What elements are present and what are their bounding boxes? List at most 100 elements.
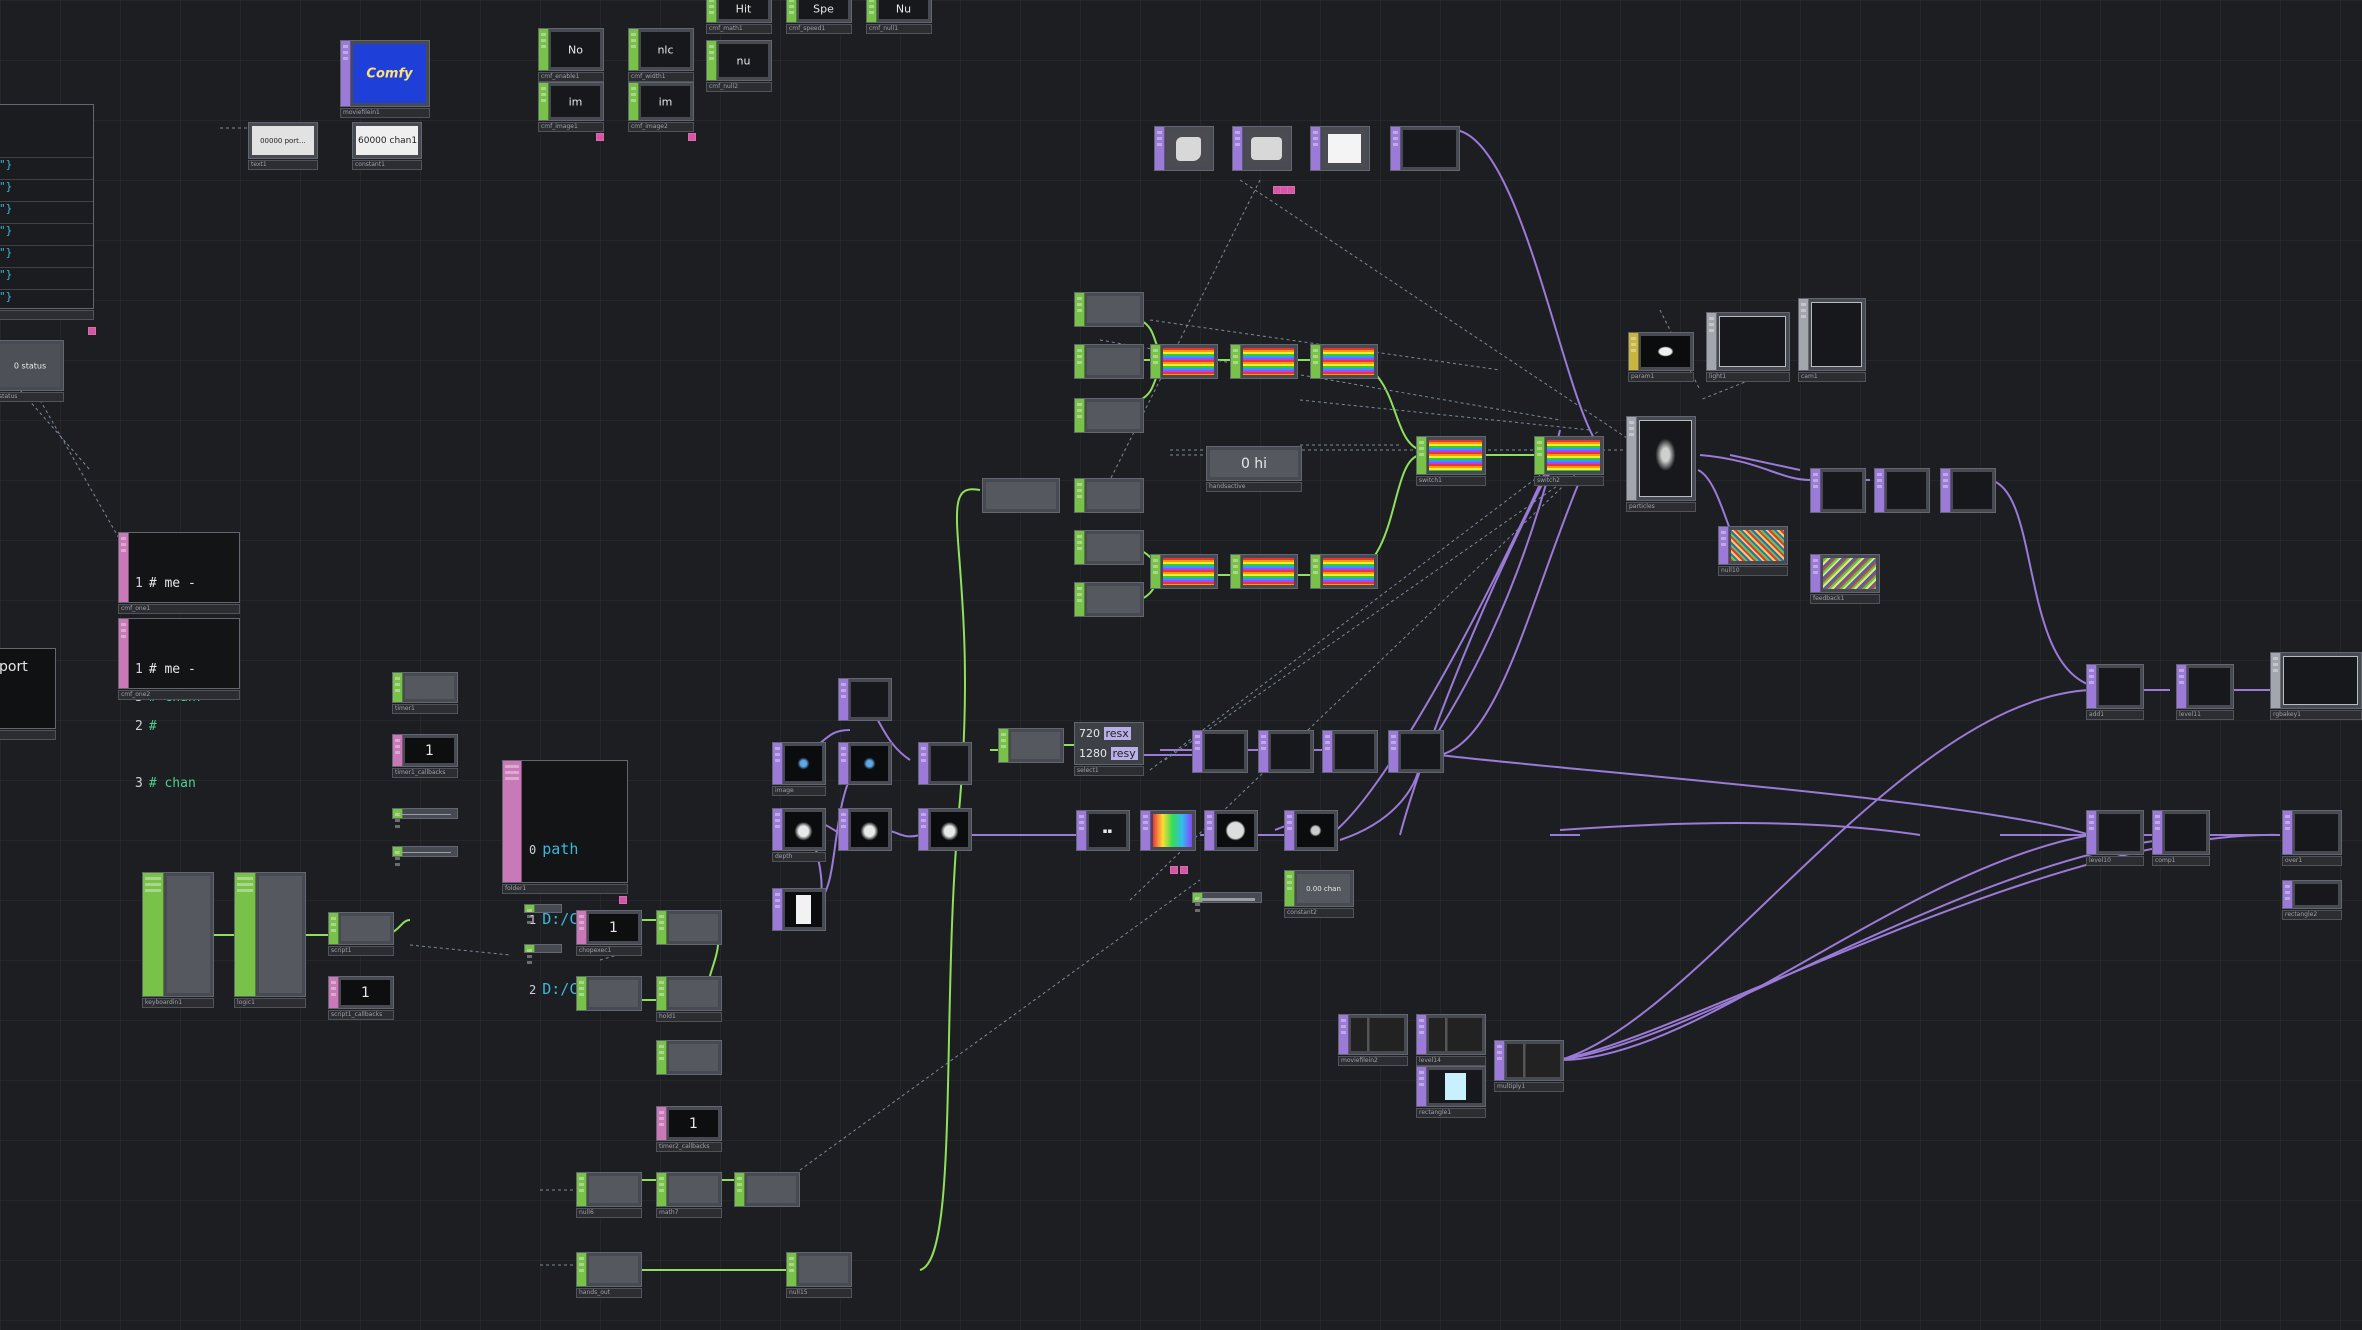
- dat-script-two-node[interactable]: 1 # me - 2 # 3 # chan cmf_one2: [118, 618, 240, 791]
- level10-node[interactable]: level10: [2086, 810, 2144, 866]
- cmf-null2-node[interactable]: nu cmf_null2: [706, 40, 772, 92]
- top-node[interactable]: [1810, 468, 1866, 524]
- null6-node[interactable]: null6: [576, 1172, 642, 1218]
- constant-node[interactable]: [1074, 582, 1144, 628]
- port-panel-node[interactable]: port: [0, 648, 56, 740]
- keyboardin-node[interactable]: keyboardin1: [142, 872, 214, 1008]
- top-node[interactable]: [1310, 126, 1370, 182]
- timer-node[interactable]: timer1: [392, 672, 458, 714]
- status-node[interactable]: 0 status status: [0, 340, 64, 402]
- over1-node[interactable]: over1: [2282, 810, 2342, 866]
- tr-chop-node[interactable]: [576, 976, 642, 1022]
- null-top-node[interactable]: [1322, 730, 1378, 784]
- null-top-node[interactable]: [1390, 126, 1460, 182]
- top-node[interactable]: [918, 808, 972, 862]
- colorbars-node[interactable]: [1310, 554, 1378, 600]
- particles-node[interactable]: particles: [1626, 416, 1696, 512]
- level14-node[interactable]: level14: [1416, 1014, 1486, 1066]
- json-table-node[interactable]: "} "} "} "} "} "} "}: [0, 104, 94, 320]
- small-chop-node[interactable]: [524, 944, 562, 964]
- node-label: [0, 310, 94, 320]
- cmf-speed-node[interactable]: Spe cmf_speed1: [786, 0, 852, 34]
- depth-node[interactable]: depth: [772, 808, 826, 862]
- top-node[interactable]: [838, 678, 892, 732]
- timer-chop-node[interactable]: [656, 1040, 722, 1086]
- handsactive-node[interactable]: 0 hi handsactive: [1206, 446, 1302, 492]
- moviefilein-comfy-node[interactable]: Comfy moviefilein1: [340, 40, 430, 118]
- select-chop-node[interactable]: [998, 728, 1064, 774]
- cmf-enable-node[interactable]: No cmf_enable1: [538, 28, 604, 82]
- multiply1-node[interactable]: multiply1: [1494, 1040, 1564, 1092]
- cmf-image1-node[interactable]: im cmf_image1: [538, 82, 604, 132]
- top-node[interactable]: [1940, 468, 1996, 524]
- displace-node[interactable]: [1192, 730, 1248, 784]
- null15-node[interactable]: null15: [786, 1252, 852, 1298]
- cmf-width-node[interactable]: nlc cmf_width1: [628, 28, 694, 82]
- constant2-node[interactable]: 0.00 chan constant2: [1284, 870, 1354, 918]
- trigger-node[interactable]: [656, 910, 722, 956]
- feedback-node[interactable]: feedback1: [1810, 554, 1880, 604]
- math7-node[interactable]: math7: [656, 1172, 722, 1218]
- resolution-select-node[interactable]: 720 resx 1280 resy select1: [1074, 722, 1144, 776]
- hands-out-node[interactable]: hands_out: [576, 1252, 642, 1298]
- rectangle1-node[interactable]: rectangle1: [1416, 1066, 1486, 1118]
- timer-callbacks-node[interactable]: 1 timer1_callbacks: [392, 734, 458, 778]
- small-chop-node[interactable]: [392, 846, 458, 868]
- audio-chop-node[interactable]: [734, 1172, 800, 1218]
- network-editor-canvas[interactable]: Comfy moviefilein1 00000 port… text1 600…: [0, 0, 2362, 1330]
- small-chop-node[interactable]: [392, 808, 458, 830]
- null-top-node[interactable]: [1258, 730, 1314, 784]
- cmf-math-node[interactable]: Hit cmf_math1: [706, 0, 772, 34]
- colorbars-node[interactable]: [1150, 344, 1218, 390]
- constant-node[interactable]: [1074, 398, 1144, 444]
- constant-node[interactable]: [1074, 344, 1144, 390]
- dat-script-one-node[interactable]: 1# me - 2# 3# chanr cmf_one1: [118, 532, 240, 705]
- colorbars-node[interactable]: [1230, 554, 1298, 600]
- folder-dat-node[interactable]: 0path 1D:/Comfy 2D:/Comfy folder1: [502, 760, 628, 998]
- script1-node[interactable]: script1: [328, 912, 394, 956]
- colorbars-node[interactable]: [1230, 344, 1298, 390]
- cam-comp-node[interactable]: cam1: [1798, 298, 1866, 382]
- top-node[interactable]: [1874, 468, 1930, 524]
- level11-node[interactable]: level11: [2176, 664, 2234, 720]
- constant-node[interactable]: [1074, 478, 1144, 524]
- rgbakey-node[interactable]: rgbakey1: [2270, 652, 2362, 720]
- top-node[interactable]: [838, 808, 892, 862]
- image-node[interactable]: image: [772, 742, 826, 796]
- slider-chop-node[interactable]: [1192, 892, 1262, 914]
- hold-node[interactable]: hold1: [656, 976, 722, 1022]
- logic-node[interactable]: logic1: [234, 872, 306, 1008]
- ramp-node[interactable]: [1140, 810, 1196, 862]
- top-node[interactable]: [1154, 126, 1214, 182]
- small-chop-node[interactable]: [524, 904, 562, 924]
- constant-chan-node[interactable]: 60000 chan1 constant1: [352, 122, 422, 170]
- top-node[interactable]: [1204, 810, 1258, 862]
- switch2-node[interactable]: switch2: [1534, 436, 1604, 486]
- cmf-image2-node[interactable]: im cmf_image2: [628, 82, 694, 132]
- constant-node[interactable]: [1074, 292, 1144, 338]
- add1-node[interactable]: add1: [2086, 664, 2144, 720]
- top-node[interactable]: [1284, 810, 1338, 862]
- colorbars-node[interactable]: [1310, 344, 1378, 390]
- top-node[interactable]: ▪▪: [1076, 810, 1130, 862]
- null-chop-node[interactable]: [982, 478, 1060, 524]
- level-top-node[interactable]: [1388, 730, 1444, 784]
- top-node[interactable]: [838, 742, 892, 796]
- rectangle2-node[interactable]: rectangle2: [2282, 880, 2342, 920]
- timer2-callbacks-node[interactable]: 1 timer2_callbacks: [656, 1106, 722, 1152]
- constant-white-node[interactable]: [772, 888, 826, 942]
- noise-null-node[interactable]: null10: [1718, 526, 1788, 576]
- script-callbacks-node[interactable]: 1 script1_callbacks: [328, 976, 394, 1020]
- top-node[interactable]: [918, 742, 972, 796]
- light-comp-node[interactable]: light1: [1706, 312, 1790, 382]
- chopexec-node[interactable]: 1 chopexec1: [576, 910, 642, 956]
- colorbars-node[interactable]: [1150, 554, 1218, 600]
- text-port-node[interactable]: 00000 port… text1: [248, 122, 318, 170]
- constant-node[interactable]: [1074, 530, 1144, 576]
- switch1-node[interactable]: switch1: [1416, 436, 1486, 486]
- cmf-null-node[interactable]: Nu cmf_null1: [866, 0, 932, 34]
- comp1-node[interactable]: comp1: [2152, 810, 2210, 866]
- top-node[interactable]: [1232, 126, 1292, 182]
- moviefilein2-node[interactable]: moviefilein2: [1338, 1014, 1408, 1066]
- param-material-node[interactable]: param1: [1628, 332, 1694, 382]
